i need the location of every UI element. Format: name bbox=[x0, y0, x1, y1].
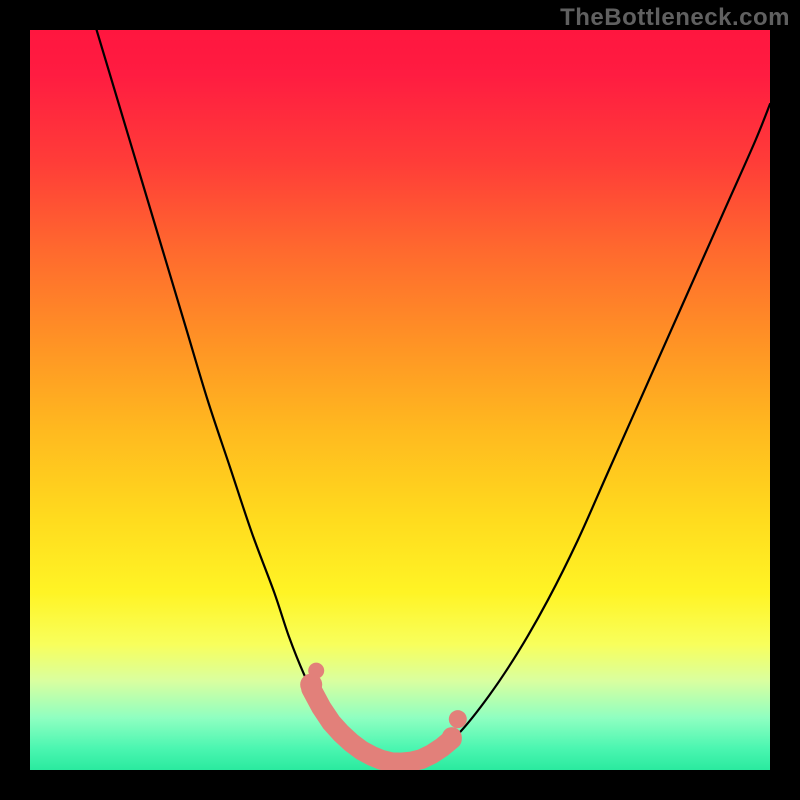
valley-marker-body bbox=[311, 689, 452, 763]
valley-marker-cap bbox=[308, 663, 324, 679]
curve-layer bbox=[30, 30, 770, 770]
valley-marker bbox=[300, 663, 467, 763]
watermark-text: TheBottleneck.com bbox=[560, 4, 790, 32]
bottleneck-curve bbox=[97, 30, 770, 763]
valley-marker-cap bbox=[442, 727, 462, 747]
plot-area bbox=[30, 30, 770, 770]
chart-frame: TheBottleneck.com bbox=[0, 0, 800, 800]
valley-marker-cap bbox=[449, 710, 467, 728]
